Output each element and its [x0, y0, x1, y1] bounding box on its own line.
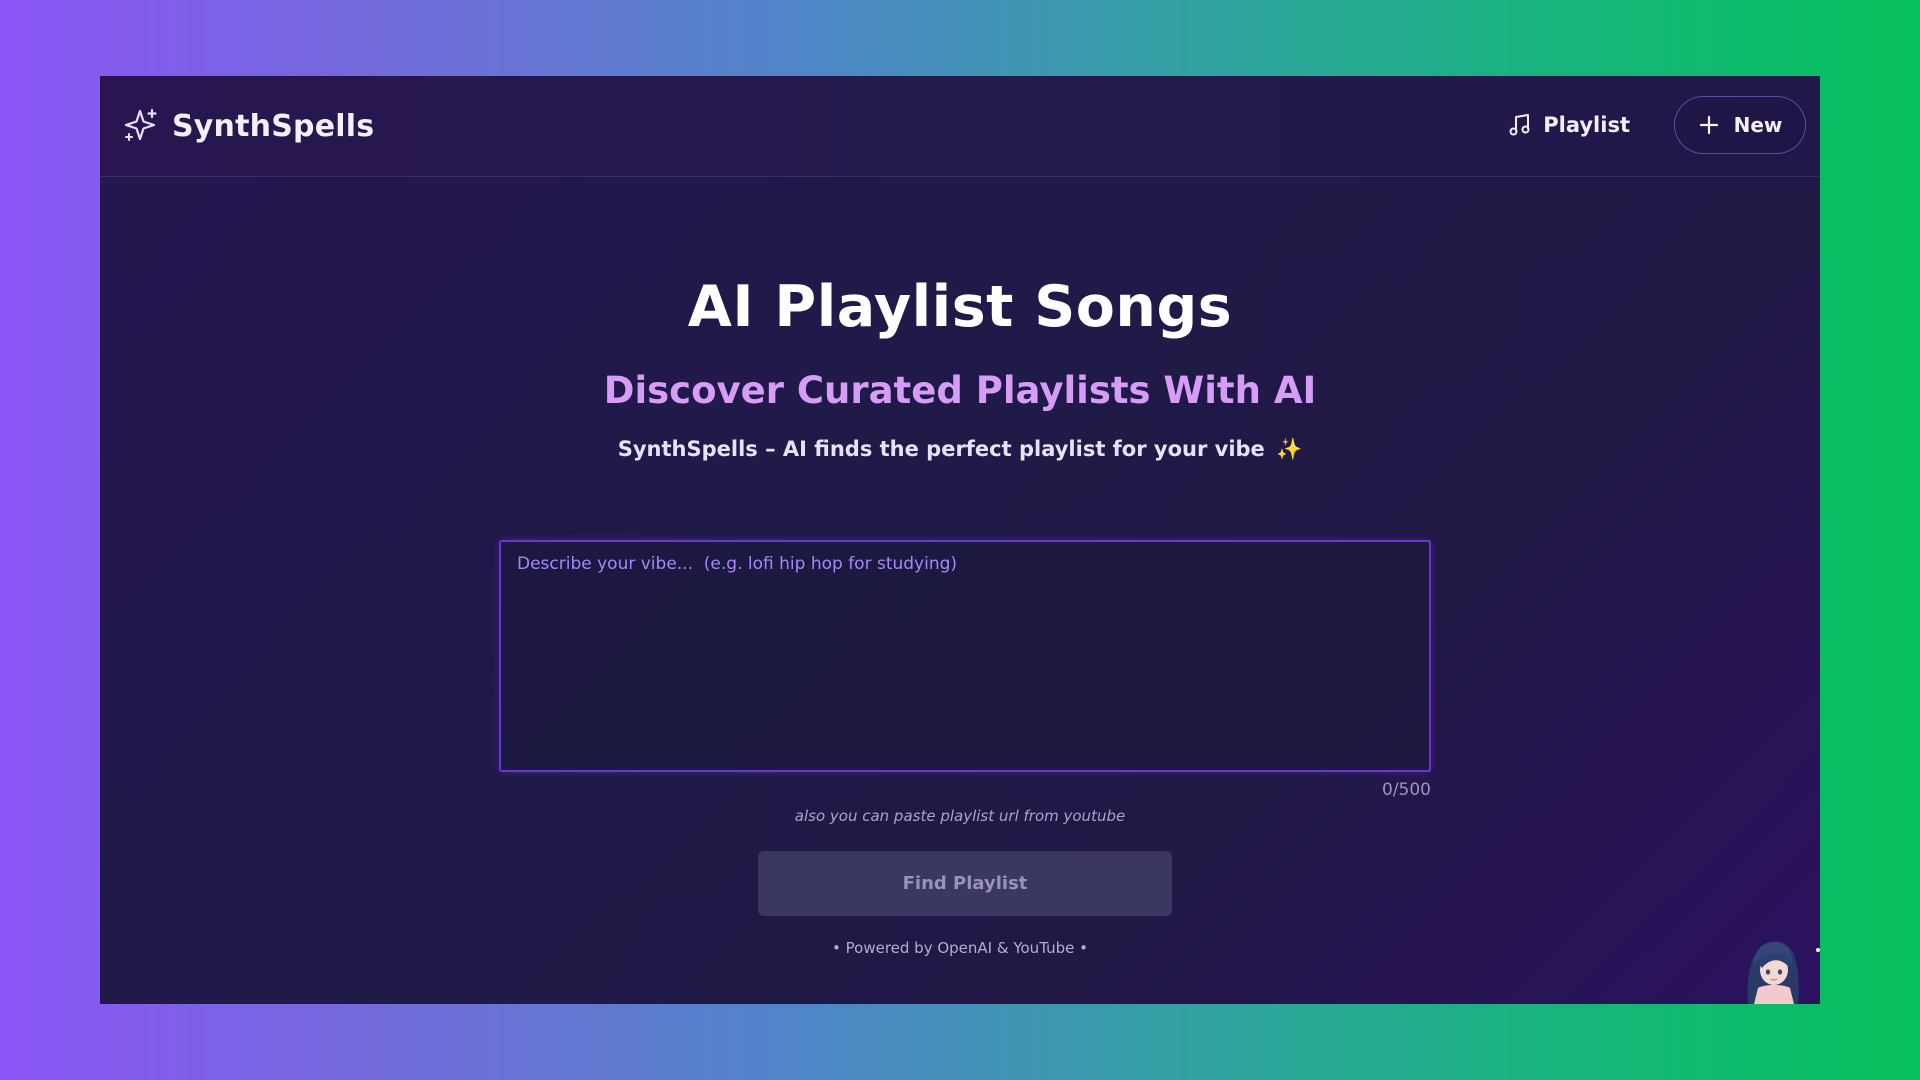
powered-by-note: • Powered by OpenAI & YouTube •	[832, 939, 1088, 957]
vibe-description-input[interactable]	[499, 540, 1431, 772]
youtube-url-hint: also you can paste playlist url from you…	[794, 807, 1126, 825]
character-counter: 0/500	[1382, 780, 1431, 800]
brand-name: SynthSpells	[172, 108, 375, 144]
sparkles-icon	[124, 108, 157, 141]
header-actions: Playlist New	[1507, 96, 1806, 154]
plus-icon	[1699, 115, 1718, 135]
tagline-text: SynthSpells – AI finds the perfect playl…	[617, 437, 1265, 461]
sparkle-emoji-icon: ✨	[1276, 437, 1303, 461]
new-button-label: New	[1733, 113, 1783, 137]
new-button[interactable]: New	[1674, 96, 1806, 154]
find-playlist-button[interactable]: Find Playlist	[758, 851, 1172, 916]
anime-mascot-avatar[interactable]	[1740, 930, 1806, 1004]
app-window: SynthSpells Playlist New AI Playlist Son…	[100, 76, 1820, 1004]
nav-playlist-label: Playlist	[1543, 113, 1630, 137]
page-title: AI Playlist Songs	[687, 274, 1233, 340]
nav-playlist-link[interactable]: Playlist	[1507, 112, 1630, 138]
tagline: SynthSpells – AI finds the perfect playl…	[100, 437, 1820, 462]
decorative-dot	[1816, 948, 1820, 952]
brand-logo[interactable]: SynthSpells	[122, 105, 374, 147]
top-navbar: SynthSpells Playlist New	[100, 76, 1820, 177]
page-subtitle: Discover Curated Playlists With AI	[603, 369, 1317, 412]
music-note-icon	[1509, 114, 1530, 136]
